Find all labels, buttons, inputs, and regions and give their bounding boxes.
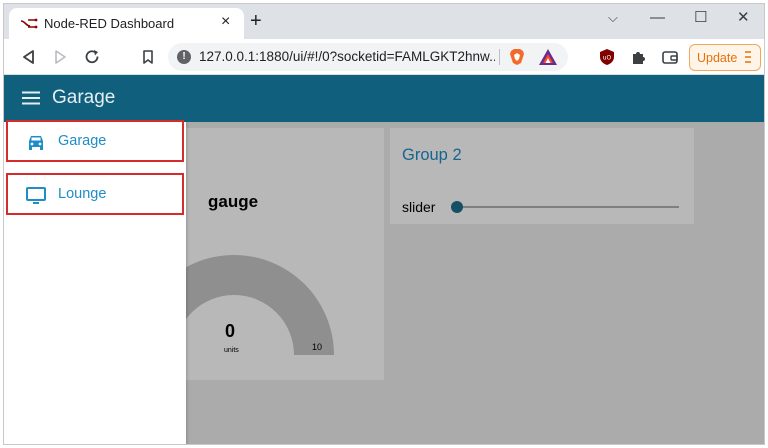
brave-shields-icon[interactable] [507, 47, 527, 67]
sidenav-item-lounge[interactable]: Lounge [6, 173, 184, 215]
wallet-icon[interactable] [661, 48, 679, 66]
sidenav-item-label: Garage [58, 133, 107, 149]
hamburger-menu-icon[interactable] [22, 91, 40, 105]
browser-window: Node-RED Dashboard × + ⌵ — ☐ ✕ ! 127.0.0… [3, 3, 765, 445]
tab-search-icon[interactable]: ⌵ [608, 8, 618, 28]
update-label: Update [697, 51, 738, 65]
dashboard-page: Garage gauge 0 units 10 Group 2 slider G… [4, 75, 764, 444]
maximize-icon[interactable]: ☐ [694, 8, 707, 28]
browser-toolbar: ! 127.0.0.1:1880/ui/#!/0?socketid=FAMLGK… [4, 39, 764, 75]
forward-icon[interactable] [51, 48, 69, 66]
bat-rewards-icon[interactable] [538, 48, 558, 66]
menu-icon [745, 51, 751, 63]
monitor-icon [26, 187, 46, 204]
close-window-icon[interactable]: ✕ [737, 8, 750, 28]
tab-title: Node-RED Dashboard [44, 16, 175, 31]
url-text[interactable]: 127.0.0.1:1880/ui/#!/0?socketid=FAMLGKT2… [199, 49, 495, 64]
sidenav-item-label: Lounge [58, 186, 107, 202]
omnibox-divider [499, 49, 500, 65]
tab-close-icon[interactable]: × [221, 14, 230, 30]
page-title: Garage [52, 87, 116, 108]
back-icon[interactable] [20, 48, 38, 66]
tab-strip: Node-RED Dashboard × + ⌵ — ☐ ✕ [4, 4, 764, 39]
tab-node-red-dashboard[interactable]: Node-RED Dashboard × [9, 8, 244, 39]
extensions-icon[interactable] [630, 48, 648, 66]
new-tab-button[interactable]: + [250, 11, 262, 31]
reload-icon[interactable] [83, 48, 101, 66]
svg-text:uO: uO [603, 55, 612, 62]
dashboard-header: Garage [4, 75, 764, 122]
ublock-icon[interactable]: uO [598, 48, 616, 66]
info-icon[interactable]: ! [177, 50, 191, 64]
car-icon [29, 136, 43, 150]
address-bar[interactable]: ! 127.0.0.1:1880/ui/#!/0?socketid=FAMLGK… [168, 43, 568, 71]
sidenav-item-garage[interactable]: Garage [6, 120, 184, 162]
bookmark-icon[interactable] [139, 48, 157, 66]
update-button[interactable]: Update [689, 44, 761, 71]
sidenav: Garage Lounge [4, 120, 186, 444]
minimize-icon[interactable]: — [650, 8, 665, 28]
node-red-favicon-icon [20, 18, 38, 29]
